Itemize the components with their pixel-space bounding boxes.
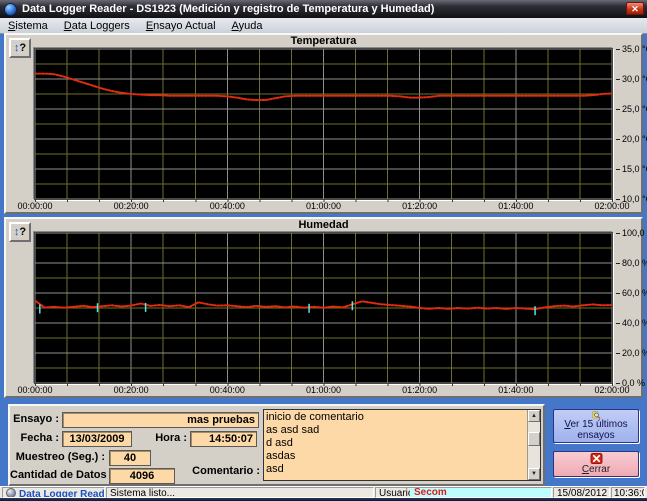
hora-label: Hora :: [129, 431, 187, 446]
menu-ayuda[interactable]: Ayuda: [224, 19, 271, 33]
muestreo-label: Muestreo (Seg.) :: [10, 450, 105, 465]
cerrar-button[interactable]: Cerrar: [553, 451, 639, 477]
close-button[interactable]: ✕: [626, 2, 644, 15]
x-tick-label: 00:00:00: [17, 201, 52, 211]
window-title: Data Logger Reader - DS1923 (Medición y …: [22, 3, 434, 15]
scroll-up-icon[interactable]: ▲: [528, 410, 540, 422]
statusbar-status-section: Sistema listo...: [106, 487, 374, 498]
comentario-textarea[interactable]: inicio de comentario as asd sad d asd as…: [266, 411, 526, 479]
user-value: Secom: [410, 488, 551, 497]
system-status-text: Sistema listo...: [110, 488, 175, 498]
ensayo-info-panel: Ensayo : mas pruebas Fecha : 13/03/2009 …: [8, 404, 545, 486]
y-tick-label: 15,0 °C: [616, 164, 647, 174]
cantidad-datos-label: Cantidad de Datos :: [10, 468, 105, 483]
statusbar-date-section: 15/08/2012: [553, 487, 610, 498]
humedad-help-button[interactable]: ↕?: [9, 222, 31, 242]
data-logger-reader-window: { "window": { "title": "Data Logger Read…: [0, 0, 647, 501]
humedad-chart-panel: Humedad ↕? 00:00:00 00:20:00 00:40:00 01:00…: [4, 217, 643, 398]
y-tick-label: 35,0 °C: [616, 44, 647, 54]
y-tick-label: 20,0 %: [616, 348, 647, 358]
comentario-scrollbar[interactable]: ▲ ▼: [527, 410, 540, 480]
app-icon: [4, 3, 17, 16]
humedad-plot-area: [34, 232, 613, 384]
x-tick-label: 00:40:00: [210, 201, 245, 211]
scroll-down-icon[interactable]: ▼: [528, 468, 540, 480]
ver-ultimos-ensayos-button[interactable]: Ver 15 últimos ensayos: [553, 409, 639, 443]
question-mark-icon: ?: [19, 42, 26, 54]
ensayo-field[interactable]: mas pruebas: [62, 412, 259, 428]
y-tick-label: 25,0 °C: [616, 104, 647, 114]
y-tick-label: 10,0 °C: [616, 194, 647, 204]
x-tick-label: 01:00:00: [306, 385, 341, 395]
comentario-label: Comentario :: [188, 464, 260, 479]
muestreo-field[interactable]: 40: [109, 450, 151, 466]
y-tick-label: 80,0 %: [616, 258, 647, 268]
x-tick-label: 00:40:00: [210, 385, 245, 395]
x-tick-label: 01:20:00: [402, 385, 437, 395]
fecha-field[interactable]: 13/03/2009: [62, 431, 132, 447]
question-mark-icon: ?: [19, 226, 26, 238]
fecha-label: Fecha :: [10, 431, 59, 446]
temperatura-plot-area: [34, 48, 613, 200]
humedad-chart-title: Humedad: [6, 219, 641, 231]
cantidad-datos-field[interactable]: 4096: [109, 468, 175, 484]
ensayo-label: Ensayo :: [10, 412, 59, 427]
menu-bar: Sistema Data Loggers Ensayo Actual Ayuda: [0, 18, 647, 34]
x-tick-label: 01:00:00: [306, 201, 341, 211]
statusbar-app-name: Data Logger Reader: [19, 489, 105, 498]
menu-data-loggers[interactable]: Data Loggers: [56, 19, 138, 33]
gear-icon: [6, 488, 16, 498]
y-tick-label: 60,0 %: [616, 288, 647, 298]
statusbar-time-section: 10:36:00: [611, 487, 645, 498]
y-tick-label: 100,0 %: [616, 228, 647, 238]
temperatura-plot-svg: [35, 49, 612, 199]
humedad-x-axis-labels: 00:00:0000:20:0000:40:0001:00:0001:20:00…: [35, 385, 612, 396]
statusbar-app-section: Data Logger Reader: [2, 487, 105, 498]
menu-sistema[interactable]: Sistema: [0, 19, 56, 33]
x-tick-label: 00:20:00: [114, 201, 149, 211]
humedad-y-axis-labels: 100,0 %80,0 %60,0 %40,0 %20,0 %0,0 %: [616, 233, 644, 383]
temperatura-x-axis-labels: 00:00:0000:20:0000:40:0001:00:0001:20:00…: [35, 201, 612, 212]
temperatura-chart-title: Temperatura: [6, 35, 641, 47]
temperatura-y-axis-labels: 35,0 °C30,0 °C25,0 °C20,0 °C15,0 °C10,0 …: [616, 49, 644, 199]
y-tick-label: 20,0 °C: [616, 134, 647, 144]
x-tick-label: 00:20:00: [114, 385, 149, 395]
scroll-thumb[interactable]: [528, 432, 540, 446]
y-tick-label: 30,0 °C: [616, 74, 647, 84]
close-x-icon: [590, 453, 603, 464]
current-date: 15/08/2012: [557, 488, 607, 498]
y-tick-label: 40,0 %: [616, 318, 647, 328]
y-tick-label: 0,0 %: [616, 378, 645, 388]
title-bar: Data Logger Reader - DS1923 (Medición y …: [0, 0, 647, 18]
hora-field[interactable]: 14:50:07: [190, 431, 257, 447]
current-time: 10:36:00: [614, 488, 645, 498]
humedad-plot-svg: [35, 233, 612, 383]
x-tick-label: 00:00:00: [17, 385, 52, 395]
x-tick-label: 01:40:00: [498, 385, 533, 395]
menu-ensayo-actual[interactable]: Ensayo Actual: [138, 19, 224, 33]
comentario-box: inicio de comentario as asd sad d asd as…: [263, 409, 541, 481]
search-document-icon: [587, 411, 605, 419]
statusbar-user-section: Usuario: Secom: [375, 487, 552, 498]
x-tick-label: 01:20:00: [402, 201, 437, 211]
temperatura-chart-panel: Temperatura ↕? 00:00:00 00:20:00 00:40:00 0…: [4, 33, 643, 214]
temperatura-help-button[interactable]: ↕?: [9, 38, 31, 58]
x-tick-label: 01:40:00: [498, 201, 533, 211]
